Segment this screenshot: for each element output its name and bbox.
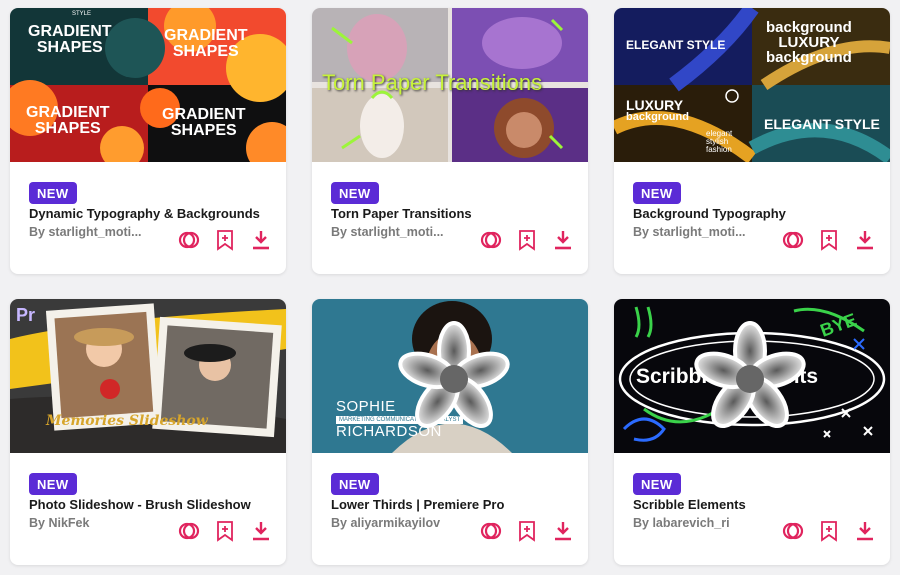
- premiere-pro-logo: Pr: [16, 305, 36, 325]
- thumb-tag: STYLE: [72, 11, 92, 17]
- thumbnail-photo-slideshow[interactable]: Pr Memories Slideshow: [10, 299, 286, 453]
- item-author[interactable]: By aliyarmikayilov: [331, 516, 451, 530]
- similar-items-icon[interactable]: [480, 229, 502, 251]
- thumb-word: GRADIENT: [26, 104, 110, 121]
- item-title[interactable]: Torn Paper Transitions: [331, 206, 581, 221]
- item-card[interactable]: Pr Memories Slideshow NEW Photo Slidesho…: [10, 299, 286, 565]
- download-icon[interactable]: [854, 229, 876, 251]
- thumbnail-art: [10, 299, 286, 453]
- thumb-elegant: ELEGANT STYLE: [764, 116, 880, 132]
- loading-asterisk-icon: [398, 321, 510, 428]
- thumb-luxury: LUXURY: [778, 34, 840, 51]
- thumb-word: SHAPES: [34, 120, 101, 137]
- item-author[interactable]: By starlight_moti...: [29, 225, 149, 239]
- thumb-word: GRADIENT: [164, 27, 248, 44]
- new-badge: NEW: [29, 473, 77, 495]
- thumb-background: background: [626, 111, 689, 123]
- item-author[interactable]: By labarevich_ri: [633, 516, 753, 530]
- thumbnail-scribble-elements[interactable]: BYE Scribble Elements: [614, 299, 890, 453]
- thumbnail-torn-paper[interactable]: Torn Paper Transitions: [312, 8, 588, 162]
- bookmark-plus-icon[interactable]: [818, 520, 840, 542]
- thumb-luxury: LUXURY: [626, 97, 684, 113]
- item-title[interactable]: Scribble Elements: [633, 497, 883, 512]
- item-card[interactable]: ELEGANT STYLE background LUXURY backgrou…: [614, 8, 890, 274]
- download-icon[interactable]: [552, 229, 574, 251]
- similar-items-icon[interactable]: [480, 520, 502, 542]
- download-icon[interactable]: [250, 229, 272, 251]
- bookmark-plus-icon[interactable]: [516, 229, 538, 251]
- item-author[interactable]: By starlight_moti...: [633, 225, 753, 239]
- new-badge: NEW: [633, 473, 681, 495]
- bookmark-plus-icon[interactable]: [516, 520, 538, 542]
- thumb-word: SHAPES: [36, 39, 103, 56]
- similar-items-icon[interactable]: [782, 520, 804, 542]
- new-badge: NEW: [633, 182, 681, 204]
- new-badge: NEW: [331, 182, 379, 204]
- download-icon[interactable]: [552, 520, 574, 542]
- item-card[interactable]: BYE Scribble Elements NEW Scribble Eleme…: [614, 299, 890, 565]
- item-title[interactable]: Photo Slideshow - Brush Slideshow: [29, 497, 279, 512]
- item-title[interactable]: Dynamic Typography & Backgrounds: [29, 206, 279, 221]
- new-badge: NEW: [331, 473, 379, 495]
- thumbnail-background-typography[interactable]: ELEGANT STYLE background LUXURY backgrou…: [614, 8, 890, 162]
- similar-items-icon[interactable]: [178, 229, 200, 251]
- thumb-word: SHAPES: [172, 43, 239, 60]
- item-card[interactable]: SOPHIE MARKETING COMMUNICATIONS ANALYST …: [312, 299, 588, 565]
- thumb-background: background: [766, 49, 852, 66]
- bookmark-plus-icon[interactable]: [214, 229, 236, 251]
- download-icon[interactable]: [854, 520, 876, 542]
- thumb-script-title: Memories Slideshow: [46, 413, 208, 429]
- item-title[interactable]: Background Typography: [633, 206, 883, 221]
- bookmark-plus-icon[interactable]: [818, 229, 840, 251]
- item-author[interactable]: By starlight_moti...: [331, 225, 451, 239]
- thumb-word: GRADIENT: [162, 106, 246, 123]
- thumbnail-lower-thirds[interactable]: SOPHIE MARKETING COMMUNICATIONS ANALYST …: [312, 299, 588, 453]
- thumb-elegant: ELEGANT STYLE: [626, 38, 726, 52]
- thumb-fashion-word: fashion: [706, 145, 732, 154]
- item-card[interactable]: GRADIENT SHAPES GRADIENT SHAPES GRADIENT…: [10, 8, 286, 274]
- thumbnail-gradient-shapes[interactable]: GRADIENT SHAPES GRADIENT SHAPES GRADIENT…: [10, 8, 286, 162]
- item-author[interactable]: By NikFek: [29, 516, 149, 530]
- thumb-word: SHAPES: [170, 122, 237, 139]
- loading-asterisk-icon: [694, 321, 806, 428]
- similar-items-icon[interactable]: [782, 229, 804, 251]
- thumb-headline: Torn Paper Transitions: [322, 70, 543, 95]
- item-title[interactable]: Lower Thirds | Premiere Pro: [331, 497, 581, 512]
- bookmark-plus-icon[interactable]: [214, 520, 236, 542]
- new-badge: NEW: [29, 182, 77, 204]
- thumb-name-first: SOPHIE: [336, 398, 396, 415]
- download-icon[interactable]: [250, 520, 272, 542]
- item-card[interactable]: Torn Paper Transitions NEW Torn Paper Tr…: [312, 8, 588, 274]
- thumb-word: GRADIENT: [28, 23, 112, 40]
- similar-items-icon[interactable]: [178, 520, 200, 542]
- thumb-background: background: [766, 19, 852, 36]
